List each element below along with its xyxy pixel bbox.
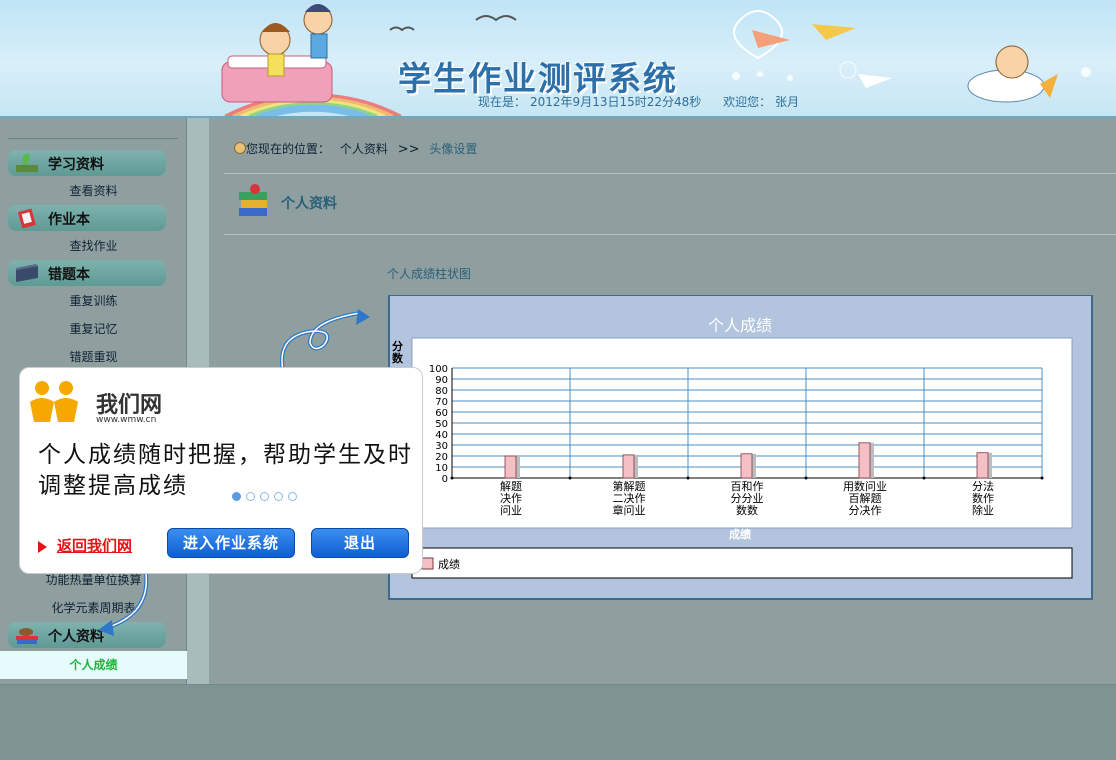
category-label: 错题本 bbox=[48, 267, 90, 283]
sidebar-item-repeat-memory[interactable]: 重复记忆 bbox=[0, 320, 187, 342]
welcome-label: 欢迎您： bbox=[723, 95, 772, 109]
score-bar bbox=[858, 442, 871, 479]
footer-area bbox=[0, 684, 1116, 760]
y-tick-label: 0 bbox=[442, 474, 448, 485]
y-tick-label: 10 bbox=[435, 463, 448, 474]
header-banner: 学生作业测评系统 现在是： 2012年9月13日15时22分48秒 欢迎您： 张月 bbox=[0, 0, 1116, 118]
y-axis-label-line: 分 bbox=[392, 339, 403, 353]
user-name: 张月 bbox=[775, 95, 800, 109]
score-bar bbox=[504, 455, 517, 479]
carousel-dot[interactable] bbox=[232, 492, 241, 501]
play-arrow-icon bbox=[38, 540, 47, 553]
breadcrumb-parent[interactable]: 个人资料 bbox=[340, 142, 388, 156]
x-tick-label: 百解题 bbox=[849, 491, 882, 505]
dark-book-icon bbox=[16, 264, 38, 282]
sidebar-divider bbox=[8, 138, 178, 139]
score-bar bbox=[740, 453, 753, 479]
exit-button[interactable]: 退出 bbox=[311, 528, 409, 558]
now-label: 现在是： bbox=[478, 95, 527, 109]
score-chart: 个人成绩分数0102030405060708090100解题决作问业第解题二决作… bbox=[392, 316, 1073, 579]
birds-icon bbox=[389, 15, 517, 32]
breadcrumb-current[interactable]: 头像设置 bbox=[429, 142, 477, 156]
y-tick-label: 20 bbox=[435, 452, 448, 463]
user-location-icon bbox=[234, 142, 246, 154]
carousel-dot[interactable] bbox=[274, 492, 283, 501]
back-to-wmw-link[interactable]: 返回我们网 bbox=[38, 535, 132, 556]
y-tick-label: 90 bbox=[435, 375, 448, 386]
breadcrumb-label: 您现在的位置： bbox=[246, 142, 331, 156]
y-tick-label: 70 bbox=[435, 397, 448, 408]
y-tick-label: 50 bbox=[435, 419, 448, 430]
chart-title: 个人成绩 bbox=[708, 316, 772, 335]
score-bar bbox=[622, 454, 635, 479]
plant-book-icon bbox=[16, 153, 38, 172]
current-datetime: 2012年9月13日15时22分48秒 bbox=[530, 95, 702, 109]
wmw-logo-icon: 我们网 www.wmw.cn bbox=[30, 381, 162, 425]
sidebar-item-repeat-training[interactable]: 重复训练 bbox=[0, 292, 187, 314]
sidebar-item-view-materials[interactable]: 查看资料 bbox=[0, 182, 187, 204]
x-tick-label: 除业 bbox=[972, 503, 994, 517]
x-tick-label: 数数 bbox=[736, 504, 758, 517]
score-bar bbox=[976, 452, 989, 479]
rocket-kid-icon bbox=[967, 45, 1058, 103]
sidebar-category-wrong-answers[interactable]: 错题本 bbox=[8, 260, 166, 286]
sidebar-category-homework[interactable]: 作业本 bbox=[8, 205, 166, 231]
carousel-dot[interactable] bbox=[288, 492, 297, 501]
category-label: 作业本 bbox=[48, 212, 90, 228]
category-label: 学习资料 bbox=[48, 157, 104, 173]
carousel-dot[interactable] bbox=[260, 492, 269, 501]
x-tick-label: 解题 bbox=[500, 479, 522, 493]
paper-plane-heart-icon bbox=[733, 10, 892, 88]
y-axis-label-line: 数 bbox=[392, 351, 404, 365]
x-tick-label: 问业 bbox=[500, 504, 522, 517]
books-stack-icon bbox=[239, 184, 267, 216]
red-notebook-icon bbox=[17, 208, 36, 229]
section-title: 个人资料 bbox=[281, 196, 337, 212]
x-axis-label: 成绩 bbox=[729, 527, 751, 541]
swirl-arrow-down-icon bbox=[98, 574, 149, 636]
x-tick-label: 分法 bbox=[972, 479, 994, 493]
legend-swatch bbox=[421, 557, 434, 570]
y-tick-label: 100 bbox=[429, 364, 448, 375]
y-tick-label: 30 bbox=[435, 441, 448, 452]
back-link-label: 返回我们网 bbox=[57, 537, 133, 555]
carousel-dots bbox=[232, 490, 302, 504]
x-tick-label: 第解题 bbox=[613, 479, 646, 493]
enter-homework-system-button[interactable]: 进入作业系统 bbox=[167, 528, 295, 558]
y-tick-label: 40 bbox=[435, 430, 448, 441]
breadcrumb: 您现在的位置： 个人资料 >> 头像设置 bbox=[234, 140, 477, 157]
header-info-bar: 现在是： 2012年9月13日15时22分48秒 欢迎您： 张月 bbox=[478, 93, 803, 110]
y-tick-label: 80 bbox=[435, 386, 448, 397]
sidebar-item-personal-score[interactable]: 个人成绩 bbox=[0, 651, 187, 679]
divider bbox=[224, 173, 1116, 174]
carousel-dot[interactable] bbox=[246, 492, 255, 501]
sidebar-item-find-homework[interactable]: 查找作业 bbox=[0, 237, 187, 259]
divider bbox=[224, 234, 1116, 235]
chart-caption: 个人成绩柱状图 bbox=[387, 267, 472, 281]
promo-message: 个人成绩随时把握，帮助学生及时调整提高成绩 bbox=[38, 442, 413, 499]
brand-url: www.wmw.cn bbox=[96, 415, 156, 425]
y-tick-label: 60 bbox=[435, 408, 448, 419]
x-tick-label: 章问业 bbox=[613, 503, 646, 517]
kids-on-book-icon bbox=[221, 4, 333, 103]
sidebar-category-study-materials[interactable]: 学习资料 bbox=[8, 150, 166, 176]
score-chart-panel: 个人成绩分数 0 10 20 30 40 50 60 70 80 90 100 解题 决作 问业 第解题 二决作… bbox=[388, 295, 1093, 600]
promo-popup: 我们网 www.wmw.cn 个人成绩随时把握，帮助学生及时调整提高成绩 返回我… bbox=[19, 367, 423, 574]
legend-label: 成绩 bbox=[438, 558, 460, 571]
x-tick-label: 分决作 bbox=[849, 504, 882, 517]
books-hat-icon bbox=[16, 628, 38, 644]
breadcrumb-separator: >> bbox=[397, 142, 420, 157]
legend-box bbox=[411, 547, 1073, 579]
